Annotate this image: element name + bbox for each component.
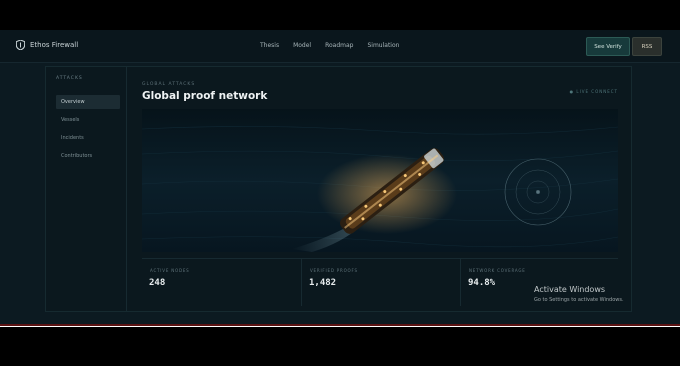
main-nav: Thesis Model Roadmap Simulation [260, 42, 399, 49]
nav-thesis[interactable]: Thesis [260, 42, 279, 49]
sidebar-item-incidents[interactable]: Incidents [56, 131, 120, 145]
stat-value: 1,482 [309, 278, 337, 288]
stat-label: ACTIVE NODES [150, 268, 190, 273]
stat-verified-proofs: VERIFIED PROOFS 1,482 [301, 259, 460, 306]
stat-active-nodes: ACTIVE NODES 248 [142, 259, 300, 306]
top-letterbox [0, 0, 680, 30]
dashboard-frame: ATTACKS Overview Vessels Incidents Contr… [45, 66, 632, 312]
nav-simulation[interactable]: Simulation [367, 42, 399, 49]
sidebar: ATTACKS Overview Vessels Incidents Contr… [46, 67, 127, 311]
watermark-subtitle: Go to Settings to activate Windows. [534, 297, 624, 303]
top-navbar: Ethos Firewall Thesis Model Roadmap Simu… [0, 30, 680, 63]
section-eyebrow: GLOBAL ATTACKS [142, 82, 196, 87]
main-panel: GLOBAL ATTACKS Global proof network ● LI… [142, 79, 618, 306]
stat-value: 248 [149, 278, 166, 288]
shield-logo-icon [16, 40, 25, 50]
brand[interactable]: Ethos Firewall [16, 40, 78, 50]
verify-button[interactable]: See Verify [586, 37, 630, 56]
hero-image [142, 109, 618, 252]
live-status: ● LIVE CONNECT [569, 89, 618, 94]
nav-model[interactable]: Model [293, 42, 311, 49]
rss-button[interactable]: RSS [632, 37, 662, 56]
sidebar-title: ATTACKS [56, 76, 83, 81]
watermark-title: Activate Windows [534, 285, 606, 294]
nav-roadmap[interactable]: Roadmap [325, 42, 353, 49]
stat-label: VERIFIED PROOFS [310, 268, 358, 273]
stat-label: NETWORK COVERAGE [469, 268, 526, 273]
brand-name: Ethos Firewall [30, 41, 79, 49]
page-title: Global proof network [142, 90, 268, 102]
stat-value: 94.8% [468, 278, 496, 288]
sidebar-item-vessels[interactable]: Vessels [56, 113, 120, 127]
app-window: Ethos Firewall Thesis Model Roadmap Simu… [0, 30, 680, 325]
sidebar-item-contributors[interactable]: Contributors [56, 149, 120, 163]
taskbar-divider [0, 324, 680, 326]
sidebar-item-overview[interactable]: Overview [56, 95, 120, 109]
bottom-letterbox [0, 327, 680, 366]
activate-windows-watermark: Activate Windows Go to Settings to activ… [534, 285, 624, 303]
ocean-ship-illustration [142, 109, 618, 252]
